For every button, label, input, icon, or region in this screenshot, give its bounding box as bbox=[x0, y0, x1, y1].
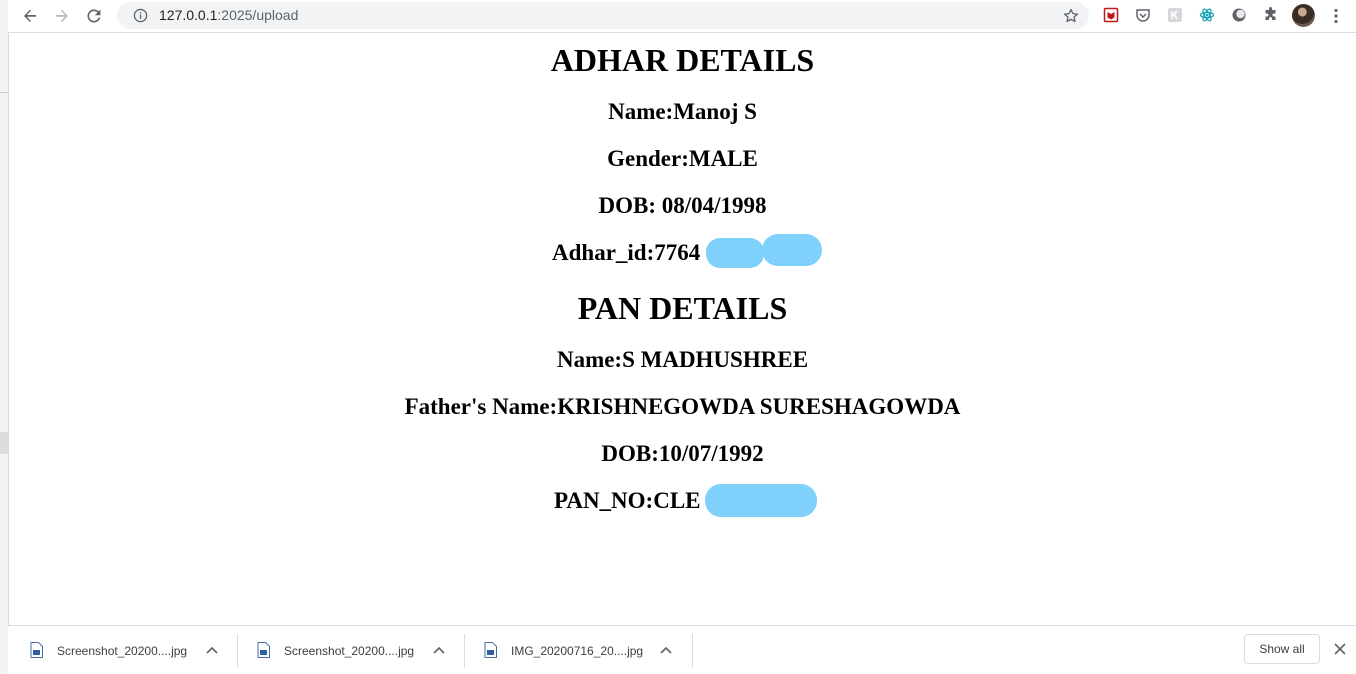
pan-name: Name:S MADHUSHREE bbox=[556, 347, 809, 372]
chevron-up-icon bbox=[660, 646, 672, 654]
pan-dob: DOB:10/07/1992 bbox=[601, 441, 764, 466]
adhar-name: Name:Manoj S bbox=[608, 99, 757, 124]
chevron-up-icon bbox=[433, 646, 445, 654]
back-button[interactable] bbox=[18, 4, 42, 28]
reload-icon bbox=[87, 9, 101, 23]
close-shelf-button[interactable] bbox=[1332, 641, 1348, 657]
arrow-left-icon bbox=[24, 9, 36, 22]
pan-father-name: Father's Name:KRISHNEGOWDA SURESHAGOWDA bbox=[404, 394, 961, 419]
three-dots-vertical-icon bbox=[1334, 8, 1338, 24]
download-item[interactable]: Screenshot_20200....jpg bbox=[8, 634, 230, 668]
image-file-icon bbox=[30, 642, 43, 658]
download-options-button[interactable] bbox=[658, 642, 674, 658]
pocket-extension-icon[interactable] bbox=[1134, 6, 1152, 24]
url-path: :2025/upload bbox=[217, 7, 299, 23]
bookmark-star-button[interactable] bbox=[1061, 6, 1081, 26]
close-icon bbox=[1334, 643, 1346, 655]
atom-extension-icon[interactable] bbox=[1198, 6, 1216, 24]
chevron-up-icon bbox=[206, 646, 218, 654]
download-separator bbox=[692, 634, 693, 668]
page-content: ADHAR DETAILS Name:Manoj S Gender:MALE D… bbox=[9, 33, 1356, 625]
download-item[interactable]: Screenshot_20200....jpg bbox=[235, 634, 457, 668]
background-window-edge bbox=[0, 0, 9, 674]
download-file-name: IMG_20200716_20....jpg bbox=[511, 644, 644, 658]
extensions-puzzle-icon[interactable] bbox=[1262, 6, 1280, 24]
chrome-menu-button[interactable] bbox=[1326, 6, 1346, 26]
download-options-button[interactable] bbox=[204, 642, 220, 658]
adhar-heading: ADHAR DETAILS bbox=[550, 42, 815, 78]
download-file-name: Screenshot_20200....jpg bbox=[284, 644, 415, 658]
download-item[interactable]: IMG_20200716_20....jpg bbox=[462, 634, 684, 668]
mcafee-extension-icon[interactable] bbox=[1102, 6, 1120, 24]
circle-extension-icon[interactable] bbox=[1230, 6, 1248, 24]
url-host: 127.0.0.1 bbox=[159, 7, 218, 23]
browser-window: 127.0.0.1:2025/upload ADHAR DETAILS Name… bbox=[0, 0, 1356, 674]
pan-heading: PAN DETAILS bbox=[577, 290, 788, 326]
image-file-icon bbox=[484, 642, 497, 658]
profile-avatar[interactable] bbox=[1292, 4, 1315, 27]
show-all-button[interactable]: Show all bbox=[1244, 634, 1320, 664]
adhar-gender: Gender:MALE bbox=[607, 146, 758, 171]
address-bar[interactable]: 127.0.0.1:2025/upload bbox=[117, 2, 1089, 29]
k-extension-icon[interactable] bbox=[1166, 6, 1184, 24]
download-shelf: Screenshot_20200....jpg Screenshot_20200… bbox=[8, 625, 1356, 674]
adhar-dob: DOB: 08/04/1998 bbox=[598, 193, 767, 218]
adhar-id: Adhar_id:7764 bbox=[552, 240, 701, 265]
pan-number-redaction bbox=[705, 484, 817, 517]
adhar-id-redaction bbox=[706, 238, 764, 268]
info-icon[interactable] bbox=[133, 8, 148, 23]
adhar-id-redaction-2 bbox=[762, 234, 822, 266]
download-options-button[interactable] bbox=[431, 642, 447, 658]
arrow-right-icon bbox=[56, 9, 68, 22]
pan-number: PAN_NO:CLE bbox=[554, 488, 701, 513]
star-icon bbox=[1063, 8, 1079, 23]
reload-button[interactable] bbox=[82, 4, 106, 28]
forward-button[interactable] bbox=[50, 4, 74, 28]
image-file-icon bbox=[257, 642, 270, 658]
download-file-name: Screenshot_20200....jpg bbox=[57, 644, 188, 658]
url-text: 127.0.0.1:2025/upload bbox=[159, 7, 298, 23]
browser-toolbar: 127.0.0.1:2025/upload bbox=[8, 0, 1356, 33]
